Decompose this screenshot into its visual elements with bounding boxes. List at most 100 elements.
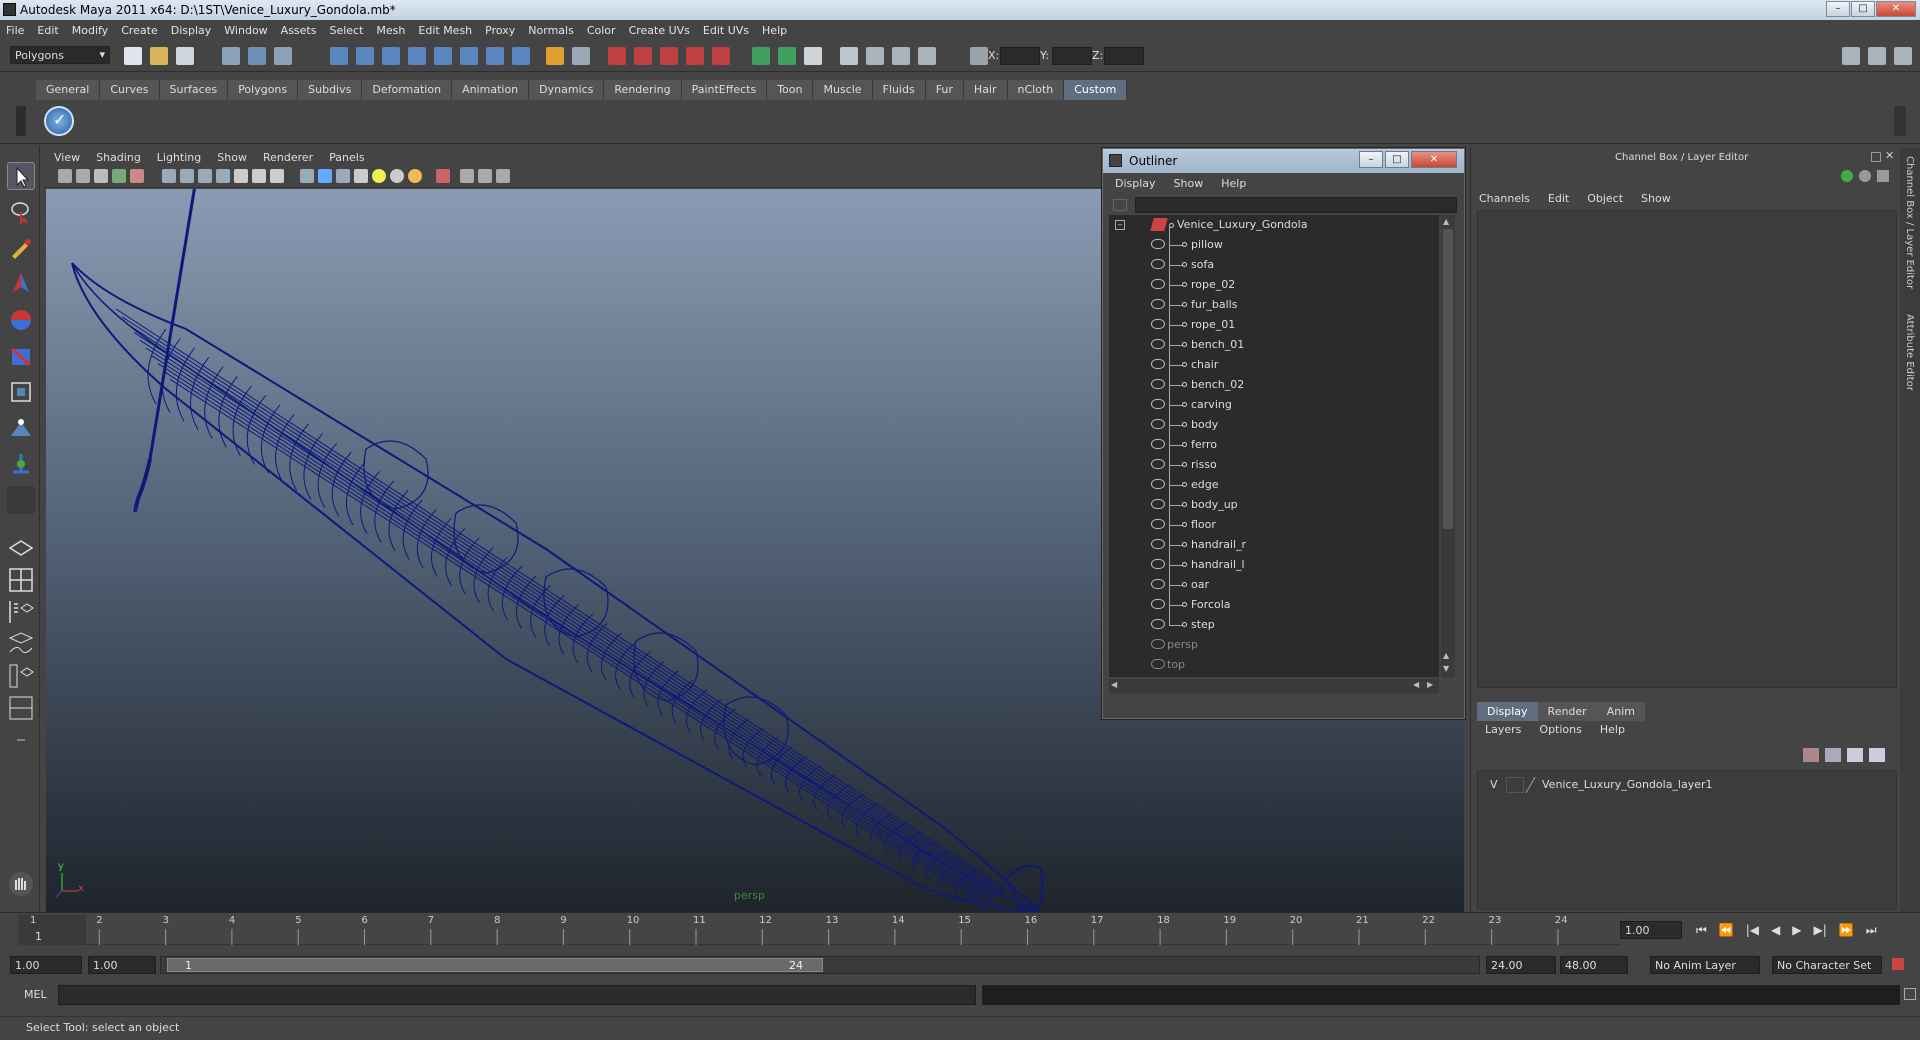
select-object-icon[interactable] [248, 47, 266, 65]
viewport-menu-show[interactable]: Show [217, 151, 247, 164]
wireframe-icon[interactable] [300, 169, 314, 183]
current-time-field[interactable]: 1.00 [1620, 921, 1682, 939]
tree-item[interactable]: sofa [1109, 245, 1439, 275]
new-scene-icon[interactable] [124, 47, 142, 65]
outliner-persp-layout-icon[interactable] [7, 598, 35, 626]
transform-mode-icon[interactable] [892, 47, 910, 65]
visibility-eye-icon[interactable] [1151, 539, 1165, 549]
camera-attributes-icon[interactable] [76, 169, 90, 183]
visibility-eye-icon[interactable] [1151, 519, 1165, 529]
channel-menu-show[interactable]: Show [1641, 192, 1671, 205]
collapse-toggle[interactable]: – [1115, 220, 1125, 230]
scroll-thumb[interactable] [1443, 229, 1453, 529]
go-to-end-icon[interactable]: ⏭ [1866, 923, 1877, 938]
character-set-dropdown[interactable]: No Character Set [1772, 956, 1882, 974]
scroll-up-icon[interactable]: ▲ [1443, 217, 1453, 227]
lock-icon[interactable] [546, 47, 564, 65]
step-forward-frame-icon[interactable]: ▶| [1814, 923, 1827, 938]
shelf-tab-ncloth[interactable]: nCloth [1007, 80, 1065, 100]
render-view-icon[interactable] [686, 47, 704, 65]
maximize-button[interactable]: □ [1851, 1, 1875, 17]
menu-edit-mesh[interactable]: Edit Mesh [418, 24, 472, 37]
outliner-filter-field[interactable] [1135, 197, 1457, 213]
tree-item[interactable]: edge [1109, 465, 1439, 495]
new-layer-selected-icon[interactable] [1803, 748, 1819, 762]
side-tab-channel-box[interactable]: Channel Box / Layer Editor [1904, 156, 1915, 289]
tree-item[interactable]: floor [1109, 505, 1439, 535]
scale-tool-icon[interactable] [7, 342, 35, 370]
camera-icon[interactable] [840, 47, 858, 65]
menu-display[interactable]: Display [171, 24, 212, 37]
persp-graph-layout-icon[interactable] [7, 630, 35, 658]
menu-select[interactable]: Select [329, 24, 363, 37]
key-all-icon[interactable] [1841, 170, 1853, 182]
layer-row[interactable]: V Venice_Luxury_Gondola_layer1 [1478, 775, 1898, 795]
shelf-tab-painteffects[interactable]: PaintEffects [681, 80, 768, 100]
snap-view-plane-icon[interactable] [408, 47, 426, 65]
smooth-shade-icon[interactable] [318, 169, 332, 183]
channel-menu-edit[interactable]: Edit [1548, 192, 1569, 205]
channel-menu-object[interactable]: Object [1587, 192, 1623, 205]
command-input[interactable] [58, 985, 976, 1005]
step-back-frame-icon[interactable]: |◀ [1746, 923, 1759, 938]
x-field[interactable] [1000, 47, 1040, 65]
open-scene-icon[interactable] [150, 47, 168, 65]
tree-item[interactable]: rope_01 [1109, 305, 1439, 335]
float-panel-icon[interactable] [1871, 152, 1881, 162]
xray-joints-icon[interactable] [478, 169, 492, 183]
tree-item[interactable]: handrail_r [1109, 525, 1439, 555]
show-hide-attribute-editor-icon[interactable] [752, 47, 770, 65]
render-settings-icon[interactable] [660, 47, 678, 65]
tree-item[interactable]: bench_01 [1109, 325, 1439, 355]
tree-item[interactable]: chair [1109, 345, 1439, 375]
ipr-render-icon[interactable] [634, 47, 652, 65]
visibility-eye-icon[interactable] [1151, 579, 1165, 589]
layer-tab-render[interactable]: Render [1537, 702, 1597, 721]
menu-edit-uvs[interactable]: Edit UVs [703, 24, 749, 37]
command-language-label[interactable]: MEL [24, 988, 47, 1001]
shelf-tab-fluids[interactable]: Fluids [872, 80, 926, 100]
mode-dropdown[interactable]: Polygons ▾ [10, 46, 110, 64]
select-tool-icon[interactable] [7, 162, 35, 190]
playback-start-field[interactable]: 1.00 [88, 956, 156, 974]
input-output-icon[interactable] [572, 47, 590, 65]
grid-icon[interactable] [162, 169, 176, 183]
layer-move-down-icon[interactable] [1869, 748, 1885, 762]
visibility-eye-icon[interactable] [1151, 339, 1165, 349]
tree-item[interactable]: rope_02 [1109, 265, 1439, 295]
wireframe-on-shaded-icon[interactable] [336, 169, 350, 183]
rotate-tool-icon[interactable] [7, 306, 35, 334]
outliner-layout-icon[interactable] [1868, 47, 1886, 65]
menu-window[interactable]: Window [224, 24, 267, 37]
tree-item[interactable]: fur_balls [1109, 285, 1439, 315]
layer-tab-display[interactable]: Display [1477, 702, 1538, 721]
use-all-lights-icon[interactable] [390, 169, 404, 183]
visibility-eye-icon[interactable] [1151, 459, 1165, 469]
time-slider[interactable]: 1 1 2 3 4 5 6 7 8 9 10 11 12 13 14 15 16 17 18 19 20 21 22 23 2… [0, 912, 1920, 948]
hand-icon[interactable] [7, 870, 35, 898]
scroll-down-icon[interactable]: ▼ [1443, 664, 1453, 674]
shelf-tab-surfaces[interactable]: Surfaces [159, 80, 229, 100]
shelf-tab-muscle[interactable]: Muscle [813, 80, 873, 100]
construction-history-icon[interactable] [460, 47, 478, 65]
shelf-tab-fur[interactable]: Fur [925, 80, 964, 100]
panel-close-icon[interactable]: ✕ [1885, 149, 1894, 162]
two-d-pan-zoom-icon[interactable] [130, 169, 144, 183]
side-tab-attribute-editor[interactable]: Attribute Editor [1904, 314, 1915, 391]
tree-item[interactable]: body [1109, 405, 1439, 435]
outliner-minimize-button[interactable]: – [1359, 151, 1383, 168]
start-time-field[interactable]: 1.00 [10, 956, 82, 974]
manipulator-icon[interactable] [1859, 170, 1871, 182]
outliner-menu-show[interactable]: Show [1174, 177, 1204, 190]
film-gate-icon[interactable] [180, 169, 194, 183]
show-hide-tool-settings-icon[interactable] [778, 47, 796, 65]
outliner-horizontal-scrollbar[interactable]: ◀ ◀ ▶ [1109, 679, 1439, 693]
make-live-icon[interactable] [434, 47, 452, 65]
viewport-menu-shading[interactable]: Shading [96, 151, 141, 164]
shelf-tab-polygons[interactable]: Polygons [228, 80, 299, 100]
checkmark-icon[interactable]: ✓ [44, 106, 74, 136]
field-chart-icon[interactable] [234, 169, 248, 183]
visibility-eye-icon[interactable] [1151, 319, 1165, 329]
shelf-tab-curves[interactable]: Curves [100, 80, 160, 100]
layer-tab-anim[interactable]: Anim [1596, 702, 1645, 721]
